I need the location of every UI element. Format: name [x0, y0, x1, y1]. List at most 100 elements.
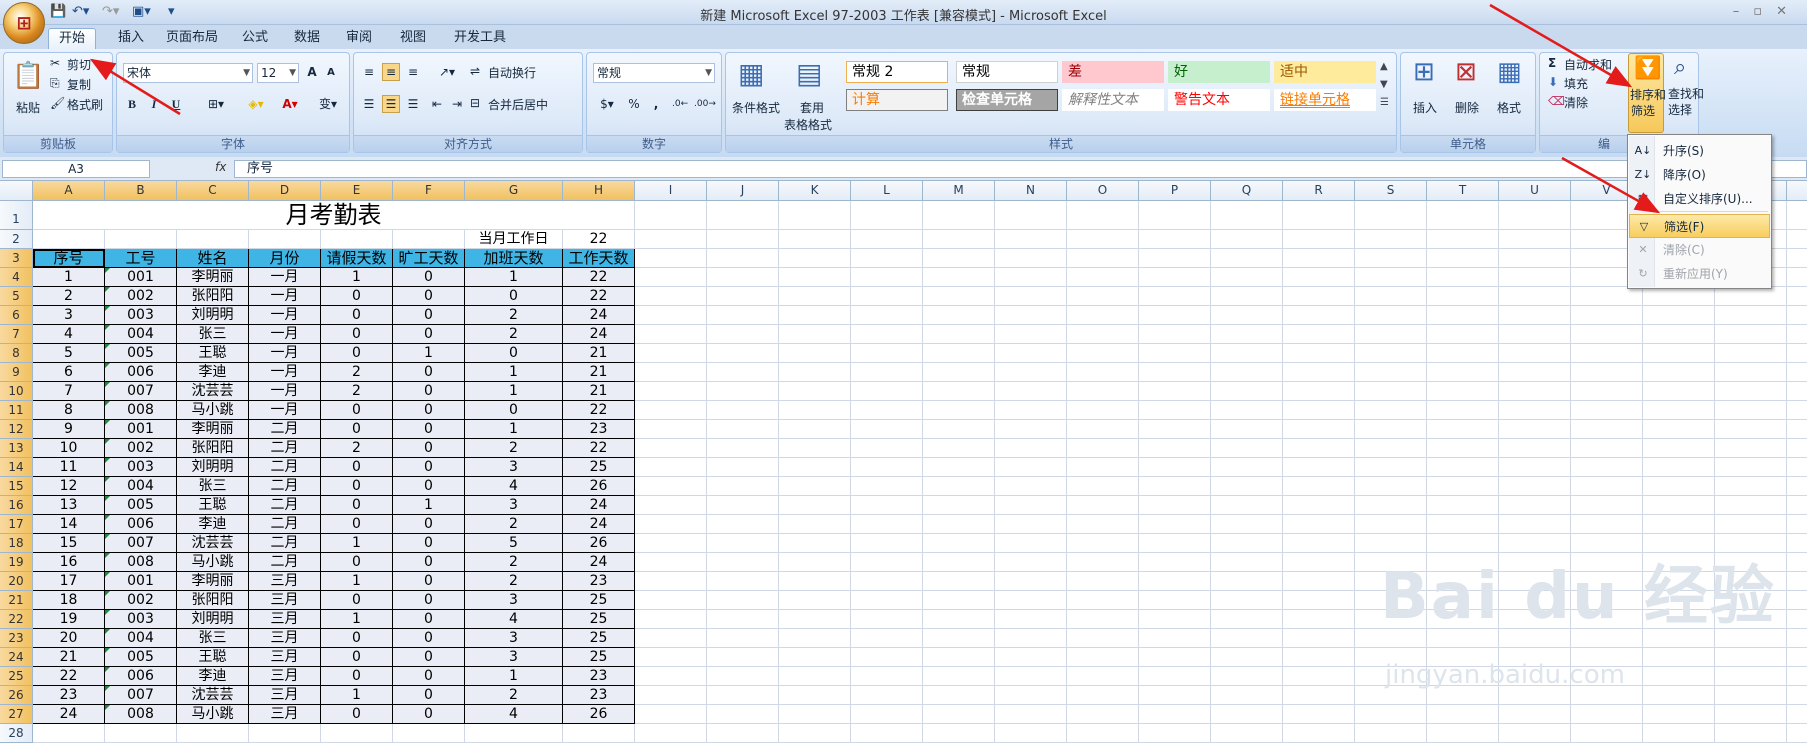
row-header-25[interactable]: 25 — [0, 667, 33, 686]
bold-button[interactable]: B — [123, 95, 141, 113]
table-cell[interactable]: 004 — [105, 477, 177, 496]
empty-cell[interactable] — [707, 686, 779, 705]
row-header-16[interactable]: 16 — [0, 496, 33, 515]
empty-cell[interactable] — [1139, 591, 1211, 610]
column-header-S[interactable]: S — [1355, 181, 1427, 201]
empty-cell[interactable] — [105, 724, 177, 743]
empty-cell[interactable] — [1643, 306, 1715, 325]
merge-center-icon[interactable]: ⊟ — [470, 96, 480, 110]
table-format-button[interactable]: 套用 — [800, 99, 824, 116]
empty-cell[interactable] — [923, 420, 995, 439]
empty-cell[interactable] — [923, 306, 995, 325]
empty-cell[interactable] — [1211, 420, 1283, 439]
empty-cell[interactable] — [1283, 344, 1355, 363]
phonetic-button[interactable]: 变▾ — [313, 95, 343, 113]
empty-cell[interactable] — [1499, 249, 1571, 268]
empty-cell[interactable] — [1139, 325, 1211, 344]
empty-cell[interactable] — [635, 382, 707, 401]
empty-cell[interactable] — [995, 325, 1067, 344]
empty-cell[interactable] — [1787, 439, 1807, 458]
decrease-decimal-icon[interactable]: .00→ — [693, 95, 716, 113]
empty-cell[interactable] — [1787, 572, 1807, 591]
table-cell[interactable]: 0 — [393, 458, 465, 477]
empty-cell[interactable] — [1139, 401, 1211, 420]
cell-style-4[interactable]: 适中 — [1274, 61, 1376, 83]
row-header-9[interactable]: 9 — [0, 363, 33, 382]
empty-cell[interactable] — [995, 287, 1067, 306]
empty-cell[interactable] — [1787, 382, 1807, 401]
cut-icon[interactable]: ✂ — [50, 56, 60, 70]
empty-cell[interactable] — [851, 705, 923, 724]
empty-cell[interactable] — [1571, 458, 1643, 477]
sheet-title[interactable]: 月考勤表 — [33, 201, 635, 230]
table-cell[interactable]: 0 — [393, 648, 465, 667]
empty-cell[interactable] — [1211, 344, 1283, 363]
empty-cell[interactable] — [1139, 610, 1211, 629]
fill-button[interactable]: 填充 — [1564, 75, 1588, 92]
column-header-R[interactable]: R — [1283, 181, 1355, 201]
table-cell[interactable]: 0 — [321, 401, 393, 420]
column-header-H[interactable]: H — [563, 181, 635, 201]
empty-cell[interactable] — [1067, 648, 1139, 667]
empty-cell[interactable] — [1643, 382, 1715, 401]
table-cell[interactable]: 0 — [393, 515, 465, 534]
empty-cell[interactable] — [1499, 344, 1571, 363]
table-cell[interactable]: 003 — [105, 458, 177, 477]
table-cell[interactable]: 002 — [105, 287, 177, 306]
column-header-F[interactable]: F — [393, 181, 465, 201]
empty-cell[interactable] — [1139, 534, 1211, 553]
table-cell[interactable]: 张阳阳 — [177, 591, 249, 610]
table-cell[interactable]: 0 — [321, 667, 393, 686]
table-cell[interactable]: 15 — [33, 534, 105, 553]
table-cell[interactable]: 王聪 — [177, 344, 249, 363]
column-header-A[interactable]: A — [33, 181, 105, 201]
table-cell[interactable]: 沈芸芸 — [177, 686, 249, 705]
empty-cell[interactable] — [635, 553, 707, 572]
empty-cell[interactable] — [635, 363, 707, 382]
table-cell[interactable]: 马小跳 — [177, 705, 249, 724]
empty-cell[interactable] — [1427, 724, 1499, 743]
empty-cell[interactable] — [1067, 268, 1139, 287]
empty-cell[interactable] — [995, 724, 1067, 743]
empty-cell[interactable] — [1715, 382, 1787, 401]
gallery-more-icon[interactable]: ☰ — [1380, 97, 1389, 108]
table-cell[interactable]: 23 — [563, 572, 635, 591]
empty-cell[interactable] — [1139, 420, 1211, 439]
increase-decimal-icon[interactable]: .0← — [671, 95, 689, 113]
empty-cell[interactable] — [1787, 477, 1807, 496]
empty-cell[interactable] — [393, 724, 465, 743]
column-header-P[interactable]: P — [1139, 181, 1211, 201]
table-cell[interactable]: 李迪 — [177, 667, 249, 686]
table-cell[interactable]: 004 — [105, 629, 177, 648]
empty-cell[interactable] — [1067, 686, 1139, 705]
cell-style-2[interactable]: 差 — [1062, 61, 1164, 83]
table-cell[interactable]: 0 — [321, 629, 393, 648]
empty-cell[interactable] — [1427, 458, 1499, 477]
table-cell[interactable]: 25 — [563, 629, 635, 648]
empty-cell[interactable] — [779, 648, 851, 667]
find-select-button-2[interactable]: 选择 — [1668, 101, 1692, 118]
empty-cell[interactable] — [1139, 344, 1211, 363]
empty-cell[interactable] — [1499, 363, 1571, 382]
empty-cell[interactable] — [1787, 610, 1807, 629]
sigma-icon[interactable]: Σ — [1548, 56, 1556, 70]
table-cell[interactable]: 0 — [393, 534, 465, 553]
table-cell[interactable]: 一月 — [249, 363, 321, 382]
table-cell[interactable]: 张阳阳 — [177, 287, 249, 306]
empty-cell[interactable] — [177, 724, 249, 743]
empty-cell[interactable] — [851, 610, 923, 629]
empty-cell[interactable] — [851, 306, 923, 325]
empty-cell[interactable] — [995, 306, 1067, 325]
empty-cell[interactable] — [1067, 724, 1139, 743]
table-cell[interactable]: 24 — [563, 496, 635, 515]
empty-cell[interactable] — [635, 477, 707, 496]
empty-cell[interactable] — [851, 572, 923, 591]
empty-cell[interactable] — [923, 287, 995, 306]
align-center-icon[interactable]: ☰ — [382, 95, 400, 113]
table-cell[interactable]: 4 — [465, 705, 563, 724]
table-cell[interactable]: 马小跳 — [177, 553, 249, 572]
empty-cell[interactable] — [851, 667, 923, 686]
empty-cell[interactable] — [1427, 230, 1499, 249]
empty-cell[interactable] — [851, 515, 923, 534]
empty-cell[interactable] — [1355, 496, 1427, 515]
